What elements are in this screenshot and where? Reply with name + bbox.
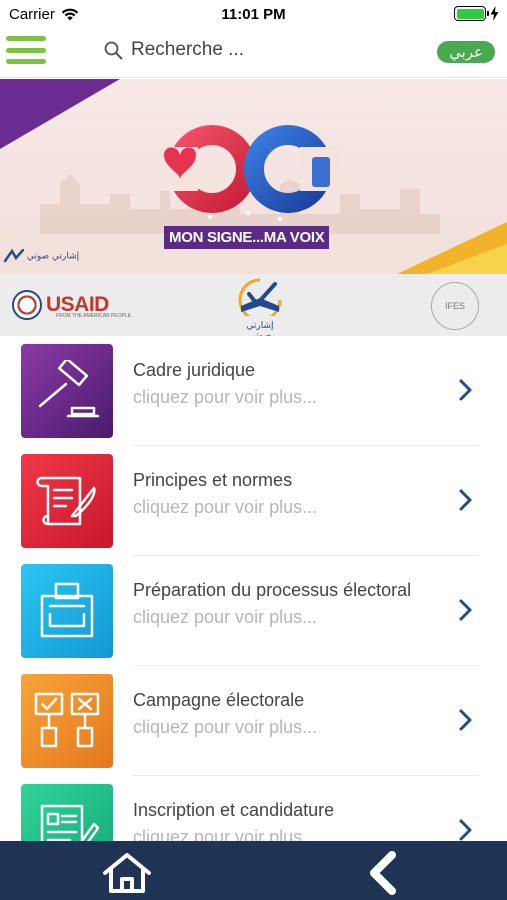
protest-signs-icon [34,692,100,748]
search-icon [104,41,123,59]
list-item-campagne-electorale[interactable]: Campagne électorale cliquez pour voir pl… [0,666,507,776]
bottom-nav [0,841,507,900]
list-item-subtitle: cliquez pour voir plus... [133,827,318,841]
banner-corner-decoration [0,79,120,149]
battery-icon [454,6,489,21]
list-item-preparation-processus[interactable]: Préparation du processus électoral cliqu… [0,556,507,666]
list-item-inscription-candidature[interactable]: Inscription et candidature cliquez pour … [0,776,507,841]
list-item-title: Préparation du processus électoral [133,580,412,600]
list-item-subtitle: cliquez pour voir plus... [133,717,318,737]
list-item-subtitle: cliquez pour voir plus... [133,607,318,627]
category-list: Cadre juridique cliquez pour voir plus..… [0,336,507,841]
tile-ballot [21,564,113,658]
chevron-right-icon [459,379,472,401]
banner-slogan: MON SIGNE...MA VOIX [164,226,330,249]
scroll-quill-icon [36,476,96,526]
usaid-tagline: FROM THE AMERICAN PEOPLE [56,313,131,319]
list-item-title: Inscription et candidature [133,800,335,820]
list-item-subtitle: cliquez pour voir plus... [133,497,318,517]
banner-logo: إشارتي صوتي [3,248,80,263]
tile-gavel [21,344,113,438]
hamburger-icon[interactable] [6,34,46,66]
hero-banner: MON SIGNE...MA VOIX إشارتي صوتي [0,79,507,274]
chevron-right-icon [459,599,472,621]
usaid-seal-icon [12,290,42,320]
ifes-name: IFES [444,301,465,311]
list-item-title: Cadre juridique [133,360,256,380]
tile-form [21,784,113,841]
tile-scroll [21,454,113,548]
chevron-right-icon [459,489,472,511]
gavel-icon [38,360,100,418]
ifes-logo: IFES [431,282,479,330]
charging-bolt-icon [490,6,499,21]
tile-protest [21,674,113,768]
ballot-box-icon [40,582,94,638]
search-placeholder: Recherche ... [131,39,244,60]
status-time: 11:01 PM [221,6,286,23]
home-button[interactable] [101,851,153,895]
banner-corner-decoration [427,244,507,274]
battery-fill [456,8,484,19]
back-chevron-icon [370,851,396,895]
home-icon [103,853,151,893]
back-button[interactable] [366,851,400,895]
usaid-logo: USAID FROM THE AMERICAN PEOPLE [12,290,131,320]
hand-heart-illustration [160,125,340,221]
center-logo: إشارتي صوتي [234,276,286,341]
book-check-logo-icon [238,278,282,322]
language-button[interactable]: عربي [437,41,495,63]
list-item-principes-normes[interactable]: Principes et normes cliquez pour voir pl… [0,446,507,556]
form-pen-icon [40,804,100,841]
chevron-right-icon [459,709,472,731]
logo-mark-icon [3,248,25,263]
list-item-subtitle: cliquez pour voir plus... [133,387,318,407]
chevron-right-icon [459,819,472,841]
status-right [454,6,499,21]
list-item-title: Principes et normes [133,470,293,490]
menu-bar [6,47,46,53]
app-header: Recherche ... عربي [0,30,507,78]
list-item-cadre-juridique[interactable]: Cadre juridique cliquez pour voir plus..… [0,336,507,446]
menu-bar [6,36,46,41]
menu-bar [6,59,46,64]
search-input[interactable]: Recherche ... [104,39,244,61]
status-bar: Carrier 11:01 PM [0,0,507,30]
banner-logo-caption: إشارتي صوتي [26,251,80,262]
list-item-title: Campagne électorale [133,690,305,710]
partners-strip: USAID FROM THE AMERICAN PEOPLE إشارتي صو… [0,274,507,341]
